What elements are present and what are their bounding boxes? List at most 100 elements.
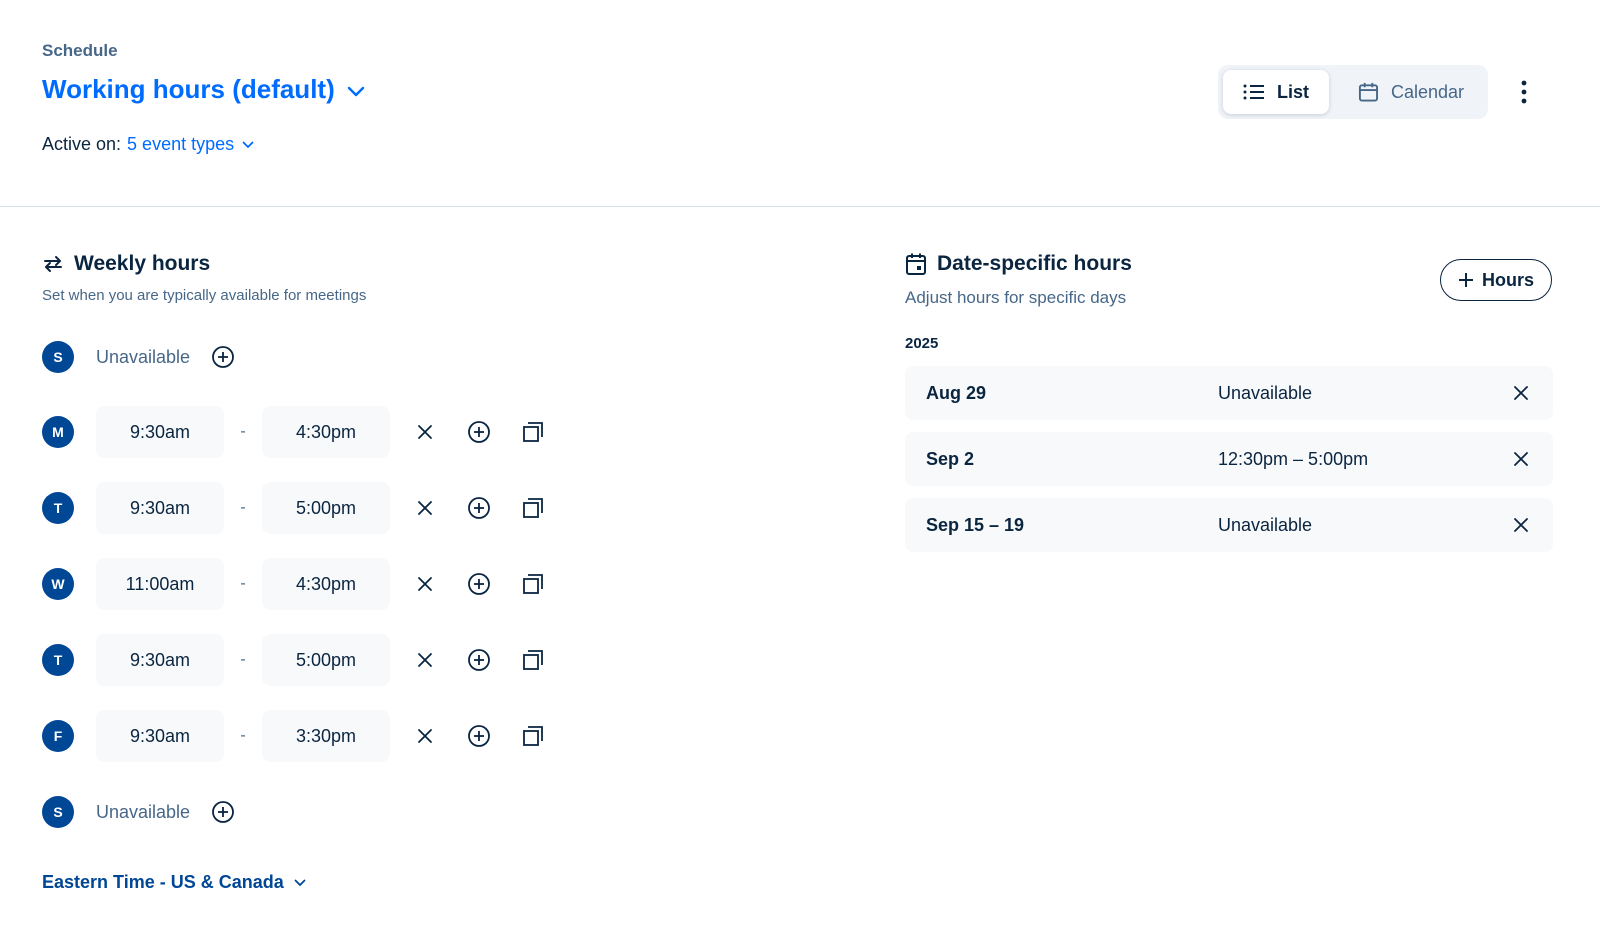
add-circle-icon xyxy=(212,346,234,368)
add-hours-button[interactable] xyxy=(464,417,494,447)
unavailable-label: Unavailable xyxy=(96,801,191,822)
remove-override-button[interactable] xyxy=(1507,511,1535,539)
remove-hours-button[interactable] xyxy=(410,645,440,675)
kebab-icon xyxy=(1521,80,1527,104)
end-time-input[interactable]: 4:30pm xyxy=(262,558,390,610)
close-icon xyxy=(418,653,432,667)
day-row-wednesday: W 11:00am - 4:30pm xyxy=(42,558,548,610)
calendar-view-button[interactable]: Calendar xyxy=(1338,70,1484,114)
copy-icon xyxy=(523,498,543,518)
timezone-dropdown[interactable]: Eastern Time - US & Canada xyxy=(42,872,306,893)
add-hours-button[interactable] xyxy=(464,645,494,675)
add-hours-button[interactable] xyxy=(464,493,494,523)
time-separator: - xyxy=(240,651,246,668)
view-toggle: List Calendar xyxy=(1218,65,1488,119)
calendar-icon xyxy=(1358,82,1379,102)
more-options-button[interactable] xyxy=(1510,78,1538,106)
end-time-input[interactable]: 4:30pm xyxy=(262,406,390,458)
add-circle-icon xyxy=(468,725,490,747)
remove-hours-button[interactable] xyxy=(410,493,440,523)
list-icon xyxy=(1243,84,1264,100)
end-time-input[interactable]: 3:30pm xyxy=(262,710,390,762)
plus-icon xyxy=(1458,273,1473,287)
weekly-hours-subtitle: Set when you are typically available for… xyxy=(42,287,367,304)
chevron-down-icon xyxy=(347,74,365,105)
day-badge: S xyxy=(42,796,74,828)
calendar-date-icon xyxy=(906,253,926,275)
override-date: Sep 15 – 19 xyxy=(926,514,1025,535)
remove-override-button[interactable] xyxy=(1507,445,1535,473)
add-date-hours-label: Hours xyxy=(1481,269,1534,290)
day-badge: W xyxy=(42,568,74,600)
active-on: Active on: 5 event types xyxy=(42,134,254,155)
date-specific-heading: Date-specific hours xyxy=(905,252,1132,276)
add-hours-button[interactable] xyxy=(464,721,494,751)
copy-hours-button[interactable] xyxy=(518,493,548,523)
copy-hours-button[interactable] xyxy=(518,645,548,675)
close-icon xyxy=(1514,452,1528,466)
day-row-tuesday: T 9:30am - 5:00pm xyxy=(42,482,548,534)
date-specific-title: Date-specific hours xyxy=(937,252,1132,275)
day-badge: S xyxy=(42,341,74,373)
date-override-row[interactable]: Sep 2 12:30pm – 5:00pm xyxy=(905,432,1553,486)
copy-hours-button[interactable] xyxy=(518,569,548,599)
schedule-title-dropdown[interactable]: Working hours (default) xyxy=(42,74,365,105)
add-circle-icon xyxy=(212,801,234,823)
day-badge: T xyxy=(42,492,74,524)
time-separator: - xyxy=(240,499,246,516)
day-badge: T xyxy=(42,644,74,676)
list-view-label: List xyxy=(1276,81,1309,102)
start-time-input[interactable]: 11:00am xyxy=(96,558,224,610)
time-separator: - xyxy=(240,727,246,744)
remove-override-button[interactable] xyxy=(1507,379,1535,407)
year-label: 2025 xyxy=(905,335,939,352)
day-row-monday: M 9:30am - 4:30pm xyxy=(42,406,548,458)
schedule-title: Working hours (default) xyxy=(42,74,335,104)
header-divider xyxy=(0,206,1600,207)
add-date-hours-button[interactable]: Hours xyxy=(1440,259,1552,301)
day-row-sunday: S Unavailable xyxy=(42,331,238,383)
active-on-label: Active on: xyxy=(42,134,122,154)
time-separator: - xyxy=(240,575,246,592)
override-value: Unavailable xyxy=(1218,514,1313,535)
day-row-friday: F 9:30am - 3:30pm xyxy=(42,710,548,762)
close-icon xyxy=(418,501,432,515)
start-time-input[interactable]: 9:30am xyxy=(96,482,224,534)
remove-hours-button[interactable] xyxy=(410,721,440,751)
date-override-row[interactable]: Sep 15 – 19 Unavailable xyxy=(905,498,1553,552)
date-override-row[interactable]: Aug 29 Unavailable xyxy=(905,366,1553,420)
start-time-input[interactable]: 9:30am xyxy=(96,634,224,686)
override-value: 12:30pm – 5:00pm xyxy=(1218,448,1369,469)
list-view-button[interactable]: List xyxy=(1223,70,1329,114)
remove-hours-button[interactable] xyxy=(410,417,440,447)
day-row-saturday: S Unavailable xyxy=(42,786,238,838)
remove-hours-button[interactable] xyxy=(410,569,440,599)
weekly-hours-heading: Weekly hours xyxy=(42,252,210,276)
end-time-input[interactable]: 5:00pm xyxy=(262,634,390,686)
copy-hours-button[interactable] xyxy=(518,721,548,751)
override-date: Aug 29 xyxy=(926,382,987,403)
calendar-view-label: Calendar xyxy=(1390,81,1464,102)
chevron-down-icon xyxy=(294,879,306,886)
copy-icon xyxy=(523,650,543,670)
add-circle-icon xyxy=(468,649,490,671)
add-hours-button[interactable] xyxy=(464,569,494,599)
override-date: Sep 2 xyxy=(926,448,975,469)
event-types-dropdown[interactable]: 5 event types xyxy=(127,134,254,155)
day-row-thursday: T 9:30am - 5:00pm xyxy=(42,634,548,686)
close-icon xyxy=(418,577,432,591)
date-specific-subtitle: Adjust hours for specific days xyxy=(905,288,1127,307)
event-types-link: 5 event types xyxy=(127,134,235,154)
end-time-input[interactable]: 5:00pm xyxy=(262,482,390,534)
copy-hours-button[interactable] xyxy=(518,417,548,447)
start-time-input[interactable]: 9:30am xyxy=(96,406,224,458)
add-hours-button[interactable] xyxy=(208,342,238,372)
repeat-icon xyxy=(44,256,62,272)
start-time-input[interactable]: 9:30am xyxy=(96,710,224,762)
add-circle-icon xyxy=(468,573,490,595)
add-hours-button[interactable] xyxy=(208,797,238,827)
schedule-label: Schedule xyxy=(42,41,118,60)
override-value: Unavailable xyxy=(1218,382,1313,403)
add-circle-icon xyxy=(468,421,490,443)
close-icon xyxy=(418,425,432,439)
